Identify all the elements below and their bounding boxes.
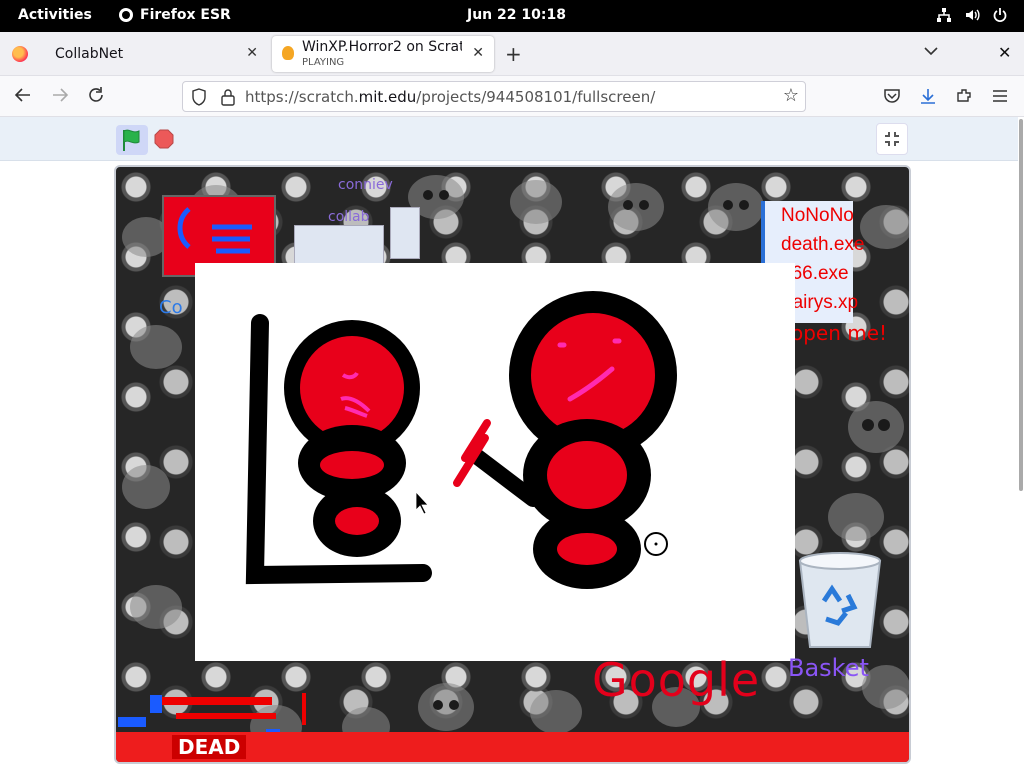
scratch-favicon-icon <box>282 46 294 60</box>
glitch-bar <box>162 697 272 705</box>
dead-label[interactable]: DEAD <box>172 735 247 759</box>
glitch-window-box <box>294 225 384 267</box>
reload-icon[interactable] <box>87 86 105 104</box>
tab-close-icon[interactable]: ✕ <box>472 45 484 61</box>
hamburger-menu-icon[interactable] <box>991 87 1009 105</box>
exit-fullscreen-button[interactable] <box>876 123 908 155</box>
recycle-basket-icon[interactable] <box>792 547 888 653</box>
creepy-figures-drawing <box>245 291 677 589</box>
stop-sign-button[interactable] <box>154 129 174 149</box>
new-tab-plus-icon[interactable]: + <box>505 42 522 66</box>
extensions-puzzle-icon[interactable] <box>955 87 973 105</box>
tab-bar: CollabNet ✕ WinXP.Horror2 on Scratch PLA… <box>0 32 1024 76</box>
url-bar[interactable]: https://scratch.mit.edu/projects/9445081… <box>182 81 806 112</box>
scratch-stage[interactable]: Co conniev collab NoNoNo death.exe 666.e… <box>114 165 911 764</box>
system-top-bar: Activities Firefox ESR Jun 22 10:18 <box>0 0 1024 32</box>
forward-arrow-icon[interactable] <box>51 86 69 104</box>
unfullscreen-icon <box>885 132 899 146</box>
tab-scratch-project[interactable]: WinXP.Horror2 on Scratch PLAYING ✕ <box>272 36 494 72</box>
firefox-app-icon <box>119 8 133 22</box>
app-menu[interactable]: Firefox ESR <box>118 7 231 23</box>
glitch-window-box <box>390 207 420 259</box>
lock-icon[interactable] <box>220 88 236 106</box>
tab-title: WinXP.Horror2 on Scratch <box>302 39 462 55</box>
system-tray[interactable] <box>936 7 1008 23</box>
file-label-nonono[interactable]: NoNoNo <box>765 201 854 230</box>
glitch-window-cluster: conniev collab <box>294 177 424 267</box>
window-close-icon[interactable]: ✕ <box>998 43 1011 62</box>
url-text[interactable]: https://scratch.mit.edu/projects/9445081… <box>245 88 655 106</box>
navigation-bar: https://scratch.mit.edu/projects/9445081… <box>0 76 1024 117</box>
desktop-label-co: Co <box>159 297 183 318</box>
app-name-label: Firefox ESR <box>140 7 231 23</box>
activities-button[interactable]: Activities <box>18 7 92 23</box>
glitch-text-top: conniev <box>338 177 393 193</box>
volume-icon <box>966 9 980 21</box>
bookmark-star-icon[interactable]: ☆ <box>783 85 799 106</box>
page-scrollbar[interactable] <box>1018 117 1024 768</box>
back-arrow-icon[interactable] <box>14 86 32 104</box>
glitch-bar <box>176 713 276 719</box>
tab-playing-status: PLAYING <box>302 57 345 68</box>
tab-collabnet[interactable]: CollabNet ✕ <box>44 36 268 72</box>
firefox-view-icon[interactable] <box>12 46 28 62</box>
tracking-protection-shield-icon[interactable] <box>191 88 207 106</box>
glitch-bar <box>150 695 162 713</box>
glitch-text-collab: collab <box>328 209 370 225</box>
pocket-icon[interactable] <box>883 87 901 105</box>
network-icon <box>937 8 951 22</box>
open-me-label[interactable]: open me! <box>791 321 887 345</box>
power-icon <box>993 8 1007 22</box>
glitch-bar <box>302 693 306 725</box>
scrollbar-thumb[interactable] <box>1019 119 1023 491</box>
google-label[interactable]: Google <box>592 653 760 707</box>
tab-title: CollabNet <box>55 46 124 62</box>
green-flag-button[interactable] <box>116 125 148 155</box>
clock[interactable]: Jun 22 10:18 <box>467 7 566 23</box>
green-flag-icon <box>123 129 140 151</box>
glitch-bar <box>118 717 146 727</box>
tab-close-icon[interactable]: ✕ <box>246 45 258 61</box>
file-label-death-exe[interactable]: death.exe <box>765 230 864 259</box>
list-all-tabs-chevron-icon[interactable] <box>924 44 938 60</box>
scratch-player-controls <box>0 117 1020 161</box>
downloads-icon[interactable] <box>919 87 937 105</box>
basket-label[interactable]: Basket <box>788 654 869 682</box>
drawing-canvas <box>195 263 795 661</box>
